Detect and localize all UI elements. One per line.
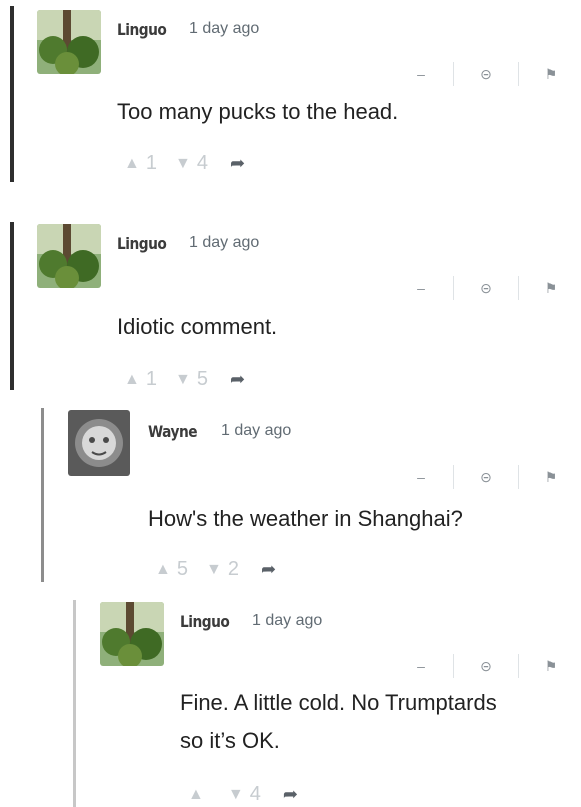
upvote-count: 1 xyxy=(145,152,157,174)
downvote-count: 4 xyxy=(249,783,261,805)
divider xyxy=(453,654,454,678)
divider xyxy=(453,465,454,489)
reply-arrow-icon[interactable]: ➦ xyxy=(230,369,245,390)
downvote-count: 4 xyxy=(196,152,208,174)
timestamp[interactable]: 1 day ago xyxy=(221,422,291,440)
link-icon[interactable]: ⊝ xyxy=(472,66,500,83)
comment-tools: – ⊝ ⚑ xyxy=(407,463,565,491)
flag-icon[interactable]: ⚑ xyxy=(537,658,565,675)
upvote-button[interactable]: ▲ 5 xyxy=(155,558,188,581)
vote-bar: ▲ 5 ▼ 2 ➦ xyxy=(155,558,276,581)
triangle-up-icon: ▲ xyxy=(188,785,204,803)
triangle-down-icon: ▼ xyxy=(227,785,244,803)
comment-text-line: so it’s OK. xyxy=(180,728,280,753)
flag-icon[interactable]: ⚑ xyxy=(537,280,565,297)
divider xyxy=(453,62,454,86)
triangle-up-icon: ▲ xyxy=(155,560,171,578)
triangle-up-icon: ▲ xyxy=(124,154,140,172)
vote-bar: ▲ 1 ▼ 5 ➦ xyxy=(124,368,245,391)
downvote-button[interactable]: ▼ 2 xyxy=(206,558,239,581)
downvote-count: 5 xyxy=(196,368,208,390)
triangle-down-icon: ▼ xyxy=(174,154,191,172)
link-icon[interactable]: ⊝ xyxy=(472,469,500,486)
triangle-up-icon: ▲ xyxy=(124,370,140,388)
thread-rail xyxy=(10,6,14,182)
downvote-button[interactable]: ▼ 4 xyxy=(175,152,208,175)
vote-bar: ▲ 1 ▼ 4 ➦ xyxy=(124,152,245,175)
author-name[interactable]: Linguo xyxy=(117,20,167,39)
avatar[interactable] xyxy=(100,602,164,666)
comment-text-line: Fine. A little cold. No Trumptards xyxy=(180,690,497,715)
comment-text-line: How's the weather in Shanghai? xyxy=(148,506,463,531)
comment-text-line: Idiotic comment. xyxy=(117,314,278,339)
thread-rail xyxy=(41,408,44,582)
upvote-button[interactable]: ▲ xyxy=(188,786,210,804)
flag-icon[interactable]: ⚑ xyxy=(537,66,565,83)
downvote-button[interactable]: ▼ 5 xyxy=(175,368,208,391)
upvote-button[interactable]: ▲ 1 xyxy=(124,152,157,175)
link-icon[interactable]: ⊝ xyxy=(472,658,500,675)
reply-arrow-icon[interactable]: ➦ xyxy=(261,559,276,580)
upvote-count: 1 xyxy=(145,368,157,390)
triangle-down-icon: ▼ xyxy=(205,560,222,578)
reply-arrow-icon[interactable]: ➦ xyxy=(283,784,298,805)
collapse-button[interactable]: – xyxy=(407,469,435,485)
collapse-button[interactable]: – xyxy=(407,66,435,82)
divider xyxy=(453,276,454,300)
divider xyxy=(518,654,519,678)
triangle-down-icon: ▼ xyxy=(174,370,191,388)
link-icon[interactable]: ⊝ xyxy=(472,280,500,297)
divider xyxy=(518,62,519,86)
collapse-button[interactable]: – xyxy=(407,280,435,296)
flag-icon[interactable]: ⚑ xyxy=(537,469,565,486)
divider xyxy=(518,276,519,300)
comment-body: Too many pucks to the head. xyxy=(117,93,398,131)
comment-body: How's the weather in Shanghai? xyxy=(148,500,463,538)
upvote-button[interactable]: ▲ 1 xyxy=(124,368,157,391)
avatar[interactable] xyxy=(37,10,101,74)
downvote-count: 2 xyxy=(227,558,239,580)
comment-body: Idiotic comment. xyxy=(117,308,277,346)
thread-rail xyxy=(73,600,76,807)
author-name[interactable]: Linguo xyxy=(117,234,167,253)
timestamp[interactable]: 1 day ago xyxy=(189,20,259,38)
comment-text-line: Too many pucks to the head. xyxy=(117,99,399,124)
comment-tools: – ⊝ ⚑ xyxy=(407,652,565,680)
comment-body: Fine. A little cold. No Trumptards so it… xyxy=(180,684,497,760)
comment-reply: Linguo 1 day ago – ⊝ ⚑ Fine. A little co… xyxy=(0,600,581,807)
reply-arrow-icon[interactable]: ➦ xyxy=(230,153,245,174)
comment: Linguo 1 day ago – ⊝ ⚑ Idiotic comment. … xyxy=(0,222,581,390)
upvote-count: 5 xyxy=(176,558,188,580)
timestamp[interactable]: 1 day ago xyxy=(252,612,322,630)
timestamp[interactable]: 1 day ago xyxy=(189,234,259,252)
avatar[interactable] xyxy=(37,224,101,288)
vote-bar: ▲ ▼ 4 ➦ xyxy=(188,783,298,806)
comment-reply: Wayne 1 day ago – ⊝ ⚑ How's the weather … xyxy=(0,408,581,582)
thread-rail xyxy=(10,222,14,390)
divider xyxy=(518,465,519,489)
collapse-button[interactable]: – xyxy=(407,658,435,674)
comment-tools: – ⊝ ⚑ xyxy=(407,274,565,302)
comment: Linguo 1 day ago – ⊝ ⚑ Too many pucks to… xyxy=(0,0,581,182)
comment-tools: – ⊝ ⚑ xyxy=(407,60,565,88)
author-name[interactable]: Linguo xyxy=(180,612,230,631)
downvote-button[interactable]: ▼ 4 xyxy=(228,783,261,806)
author-name[interactable]: Wayne xyxy=(148,422,198,441)
avatar[interactable] xyxy=(68,410,130,476)
